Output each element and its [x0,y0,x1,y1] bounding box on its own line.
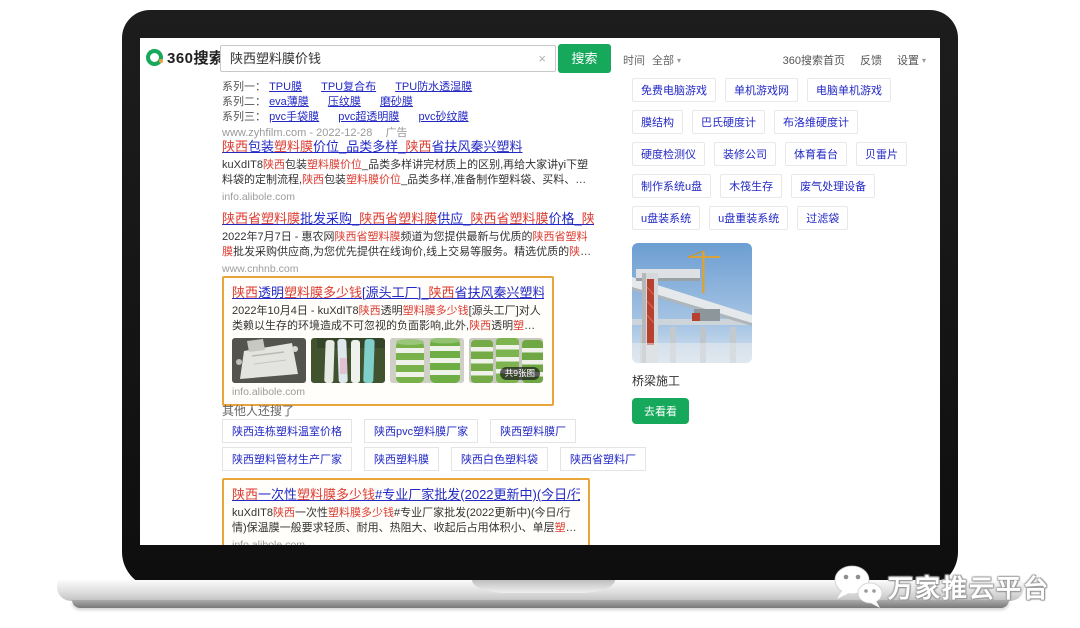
ad-link[interactable]: TPU膜 [269,81,302,93]
related-search-tag[interactable]: 陕西白色塑料袋 [451,447,548,471]
result-description: 2022年7月7日 - 惠农网陕西省塑料膜频道为您提供最新与优质的陕西省塑料膜批… [222,230,594,260]
result-title-link[interactable]: 陕西透明塑料膜多少钱[源头工厂]_陕西省扶风秦兴塑料 [232,284,544,301]
ad-link[interactable]: TPU防水透湿膜 [395,81,472,93]
filter-time-label[interactable]: 时间 [623,52,645,68]
ad-link[interactable]: 磨砂膜 [380,96,413,108]
sidebar-tag[interactable]: 单机游戏网 [725,78,798,102]
search-button[interactable]: 搜索 [558,44,611,73]
result-url: info.alibole.com [232,539,580,545]
related-search-tag[interactable]: 陕西省塑料厂 [560,447,646,471]
sidebar-tag-row: 免费电脑游戏 单机游戏网 电脑单机游戏 [632,78,932,102]
ad-series-label: 系列一： [222,81,266,93]
result-title-link[interactable]: 陕西包装塑料膜价位_品类多样_陕西省扶风秦兴塑料 [222,138,594,155]
result-url: info.alibole.com [232,386,544,398]
sidebar-tag[interactable]: 膜结构 [632,110,683,134]
search-result: 陕西省塑料膜批发采购_陕西省塑料膜供应_陕西省塑料膜价格_陕... 2022年7… [222,210,594,275]
wechat-icon [833,564,883,610]
sidebar-tag[interactable]: 废气处理设备 [791,174,875,198]
logo-text: 360搜索 [167,47,225,68]
sidebar-tag-row: 膜结构 巴氏硬度计 布洛维硬度计 [632,110,932,134]
sidebar-tag[interactable]: 木筏生存 [720,174,782,198]
ad-link[interactable]: pvc砂纹膜 [418,111,468,123]
page: 360搜索 陕西塑料膜价钱 × 搜索 时间 全部 ▾ 360搜索首页 反馈 设置… [0,0,1080,628]
ad-link[interactable]: eva薄膜 [269,96,309,108]
sidebar-tag[interactable]: u盘重装系统 [709,206,788,230]
settings-label: 设置 [897,52,919,68]
related-searches-heading: 其他人还搜了 [222,402,294,419]
ad-link[interactable]: 压纹膜 [328,96,361,108]
ad-series-row: 系列二： eva薄膜 压纹膜 磨砂膜 [222,93,429,109]
ad-link[interactable]: TPU复合布 [321,81,376,93]
result-title-link[interactable]: 陕西一次性塑料膜多少钱#专业厂家批发(2022更新中)(今日/行情)_... [232,486,580,503]
logo-dot-icon [159,59,163,63]
highlighted-result-box: 陕西透明塑料膜多少钱[源头工厂]_陕西省扶风秦兴塑料 2022年10月4日 - … [222,276,554,406]
thumbnail-hanging-film-strips[interactable] [311,338,385,383]
related-searches-row: 陕西连栋塑料温室价格 陕西pvc塑料膜厂家 陕西塑料膜厂 [222,419,576,443]
related-search-tag[interactable]: 陕西塑料膜厂 [490,419,576,443]
home-link[interactable]: 360搜索首页 [783,52,845,68]
filter-scope-label: 全部 [652,52,674,68]
watermark-text: 万家推云平台 [888,569,1050,605]
result-url: www.cnhnb.com [222,263,594,275]
sidebar-tag[interactable]: 电脑单机游戏 [807,78,891,102]
clear-search-icon[interactable]: × [538,46,546,71]
related-searches-row: 陕西塑料管材生产厂家 陕西塑料膜 陕西白色塑料袋 陕西省塑料厂 [222,447,646,471]
result-description: 2022年10月4日 - kuXdIT8陕西透明塑料膜多少钱[源头工厂]对人类赖… [232,304,544,334]
sidebar-tag-row: 制作系统u盘 木筏生存 废气处理设备 [632,174,932,198]
search-input[interactable]: 陕西塑料膜价钱 × [220,45,556,72]
sidebar-tag[interactable]: 免费电脑游戏 [632,78,716,102]
sidebar-tag[interactable]: 体育看台 [785,142,847,166]
filter-scope-dropdown[interactable]: 全部 ▾ [652,52,681,68]
result-description: kuXdIT8陕西一次性塑料膜多少钱#专业厂家批发(2022更新中)(今日/行情… [232,506,580,536]
related-search-tag[interactable]: 陕西塑料管材生产厂家 [222,447,352,471]
settings-dropdown[interactable]: 设置 ▾ [897,52,926,68]
sidebar-tag[interactable]: u盘装系统 [632,206,700,230]
image-count-badge: 共9张图 [500,367,540,380]
feedback-link[interactable]: 反馈 [860,52,882,68]
logo-ring-icon [146,49,163,66]
ad-series-row: 系列一： TPU膜 TPU复合布 TPU防水透湿膜 [222,78,488,94]
thumbnail-white-plastic-sheet[interactable] [232,338,306,383]
sidebar-tag[interactable]: 布洛维硬度计 [774,110,858,134]
ad-series-row: 系列三： pvc手袋膜 pvc超透明膜 pvc砂纹膜 [222,108,485,124]
watermark: 万家推云平台 [833,564,1050,610]
right-sidebar: 免费电脑游戏 单机游戏网 电脑单机游戏 膜结构 巴氏硬度计 布洛维硬度计 硬度检… [632,78,932,424]
thumbnail-green-film-rolls-stack[interactable]: 共9张图 [469,338,543,383]
ad-series-label: 系列二： [222,96,266,108]
sidebar-tag[interactable]: 贝雷片 [856,142,907,166]
laptop-notch [472,580,615,593]
highlighted-result-box: 陕西一次性塑料膜多少钱#专业厂家批发(2022更新中)(今日/行情)_... k… [222,478,590,545]
sidebar-image-card: 桥梁施工 去看看 [632,243,932,424]
chevron-down-icon: ▾ [922,56,926,65]
search-query-text: 陕西塑料膜价钱 [230,46,321,71]
sidebar-tag-row: u盘装系统 u盘重装系统 过滤袋 [632,206,932,230]
browser-screen: 360搜索 陕西塑料膜价钱 × 搜索 时间 全部 ▾ 360搜索首页 反馈 设置… [140,38,940,545]
sidebar-tag[interactable]: 装修公司 [714,142,776,166]
related-search-tag[interactable]: 陕西pvc塑料膜厂家 [364,419,478,443]
sidebar-tag[interactable]: 巴氏硬度计 [692,110,765,134]
thumbnail-green-film-rolls[interactable] [390,338,464,383]
360-search-logo[interactable]: 360搜索 [146,47,225,68]
search-result: 陕西包装塑料膜价位_品类多样_陕西省扶风秦兴塑料 kuXdIT8陕西包装塑料膜价… [222,138,594,203]
sidebar-tag-row: 硬度检测仪 装修公司 体育看台 贝雷片 [632,142,932,166]
sidebar-tag[interactable]: 制作系统u盘 [632,174,711,198]
result-title-link[interactable]: 陕西省塑料膜批发采购_陕西省塑料膜供应_陕西省塑料膜价格_陕... [222,210,594,227]
sidebar-tag[interactable]: 硬度检测仪 [632,142,705,166]
result-thumbnails: 共9张图 [232,338,544,383]
image-caption: 桥梁施工 [632,372,932,389]
result-url: info.alibole.com [222,191,594,203]
ad-series-label: 系列三： [222,111,266,123]
related-search-tag[interactable]: 陕西连栋塑料温室价格 [222,419,352,443]
bridge-construction-image[interactable] [632,243,752,363]
ad-link[interactable]: pvc超透明膜 [338,111,399,123]
related-search-tag[interactable]: 陕西塑料膜 [364,447,439,471]
sidebar-tag[interactable]: 过滤袋 [797,206,848,230]
result-description: kuXdIT8陕西包装塑料膜价位_品类多样讲完材质上的区别,再给大家讲yi下塑料… [222,158,594,188]
go-look-button[interactable]: 去看看 [632,398,689,424]
ad-link[interactable]: pvc手袋膜 [269,111,319,123]
search-filters: 时间 全部 ▾ [623,52,681,68]
top-right-links: 360搜索首页 反馈 设置 ▾ [783,52,926,68]
chevron-down-icon: ▾ [677,56,681,65]
